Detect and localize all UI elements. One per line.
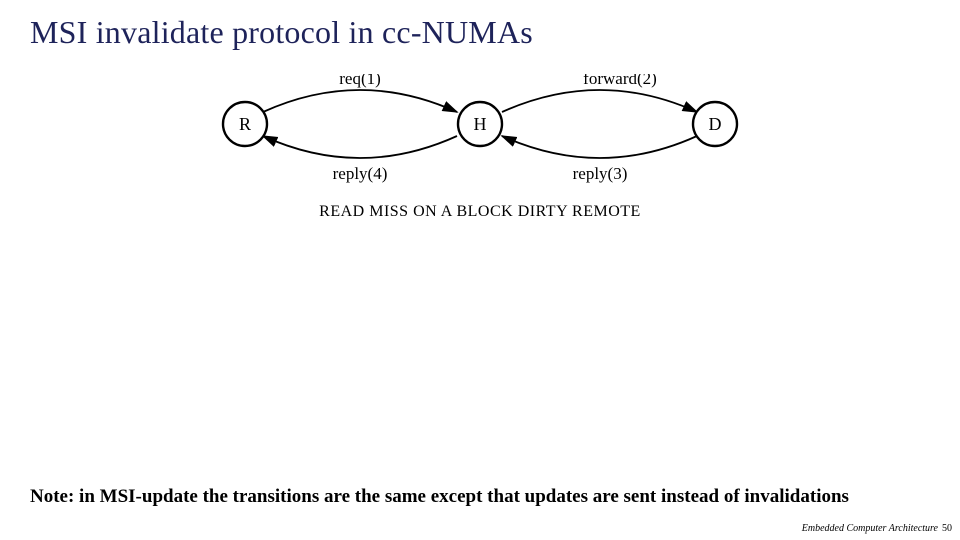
- protocol-diagram: R H D req(1) forward(2) reply(3) reply(4…: [200, 74, 760, 224]
- node-h-label: H: [474, 114, 487, 134]
- edge-forward: [502, 90, 697, 112]
- slide: MSI invalidate protocol in cc-NUMAs R H …: [0, 0, 960, 540]
- note-text: Note: in MSI-update the transitions are …: [30, 486, 930, 508]
- edge-label-reply3: reply(3): [573, 164, 628, 183]
- node-d-label: D: [709, 114, 722, 134]
- diagram-caption: READ MISS ON A BLOCK DIRTY REMOTE: [319, 203, 641, 220]
- edge-reply3: [502, 136, 697, 158]
- edge-label-req: req(1): [339, 74, 381, 88]
- page-title: MSI invalidate protocol in cc-NUMAs: [30, 14, 533, 51]
- node-r-label: R: [239, 114, 251, 134]
- edge-reply4: [263, 136, 457, 158]
- edge-label-reply4: reply(4): [333, 164, 388, 183]
- footer-page: 50: [942, 523, 952, 534]
- edge-label-forward: forward(2): [583, 74, 657, 88]
- footer: Embedded Computer Architecture 50: [802, 523, 952, 534]
- footer-course: Embedded Computer Architecture: [802, 523, 938, 534]
- edge-req: [263, 90, 457, 112]
